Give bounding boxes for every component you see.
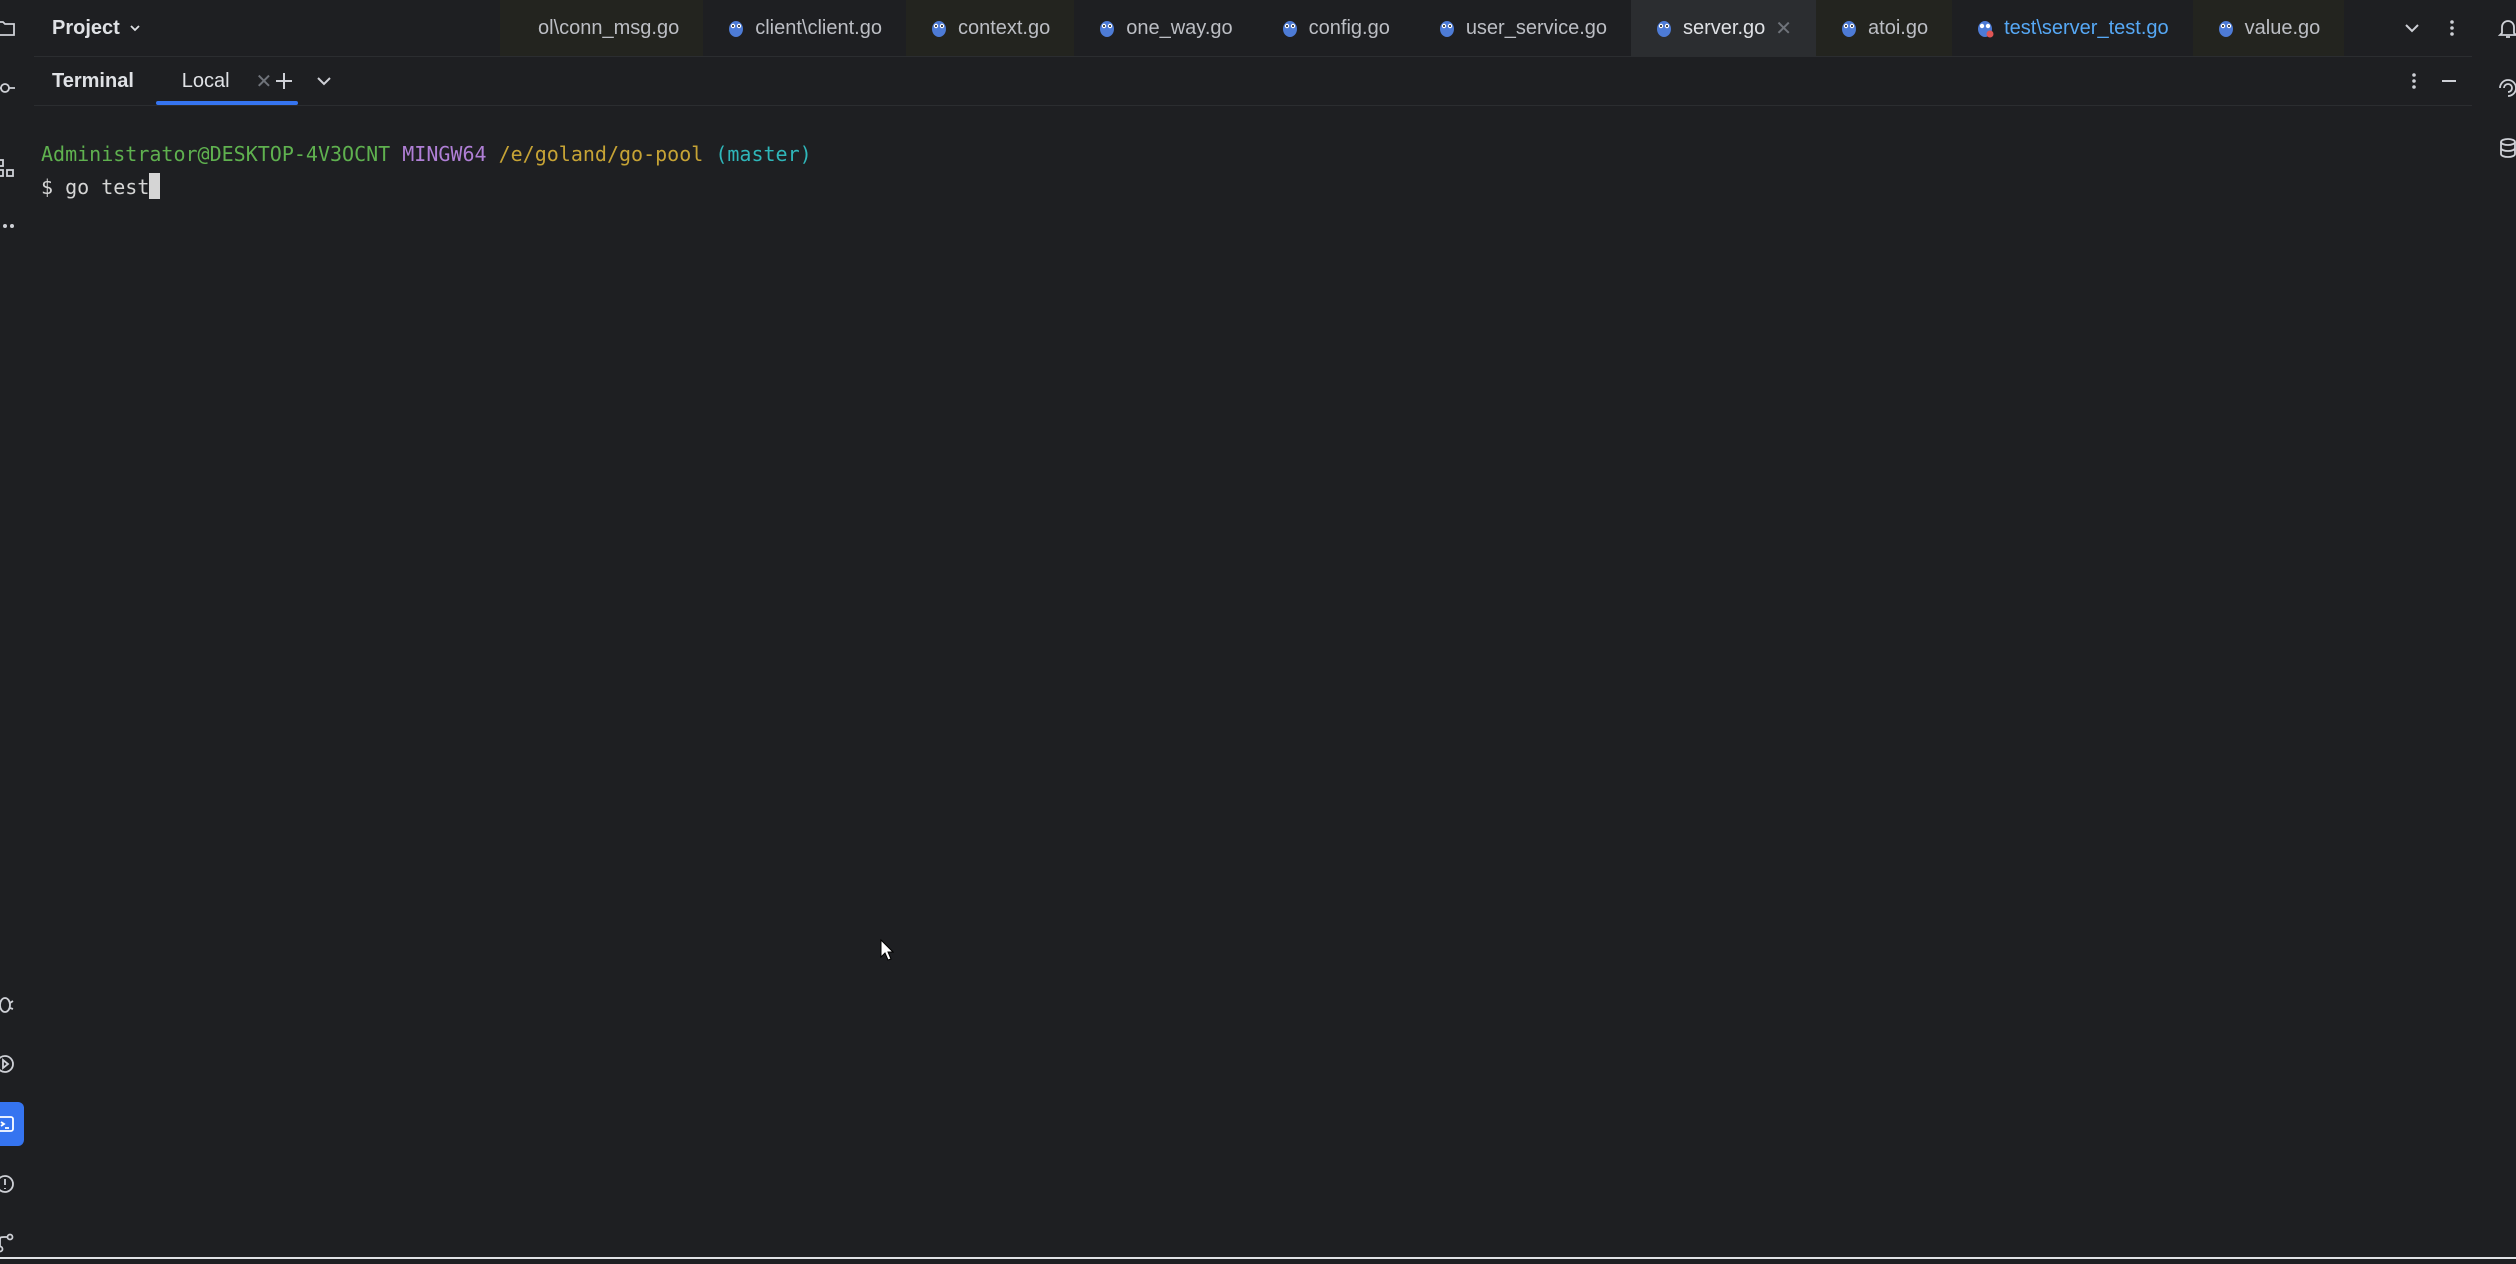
structure-icon[interactable] (0, 146, 34, 190)
project-label: Project (52, 16, 120, 39)
text-cursor (149, 173, 161, 199)
tab-label: server.go (1683, 16, 1766, 39)
chevron-down-icon[interactable] (310, 67, 338, 95)
right-tool-rail (2471, 0, 2516, 1259)
terminal-output[interactable]: Administrator@DESKTOP-4V3OCNT MINGW64 /e… (34, 106, 2472, 1257)
editor-tab[interactable]: value.go (2192, 0, 2345, 56)
prompt-branch: (master) (715, 142, 812, 166)
debug-icon[interactable] (0, 982, 34, 1026)
terminal-tab-label: Local (181, 69, 230, 92)
editor-tab-active[interactable]: server.go ✕ (1631, 0, 1817, 56)
project-selector[interactable]: Project (52, 0, 142, 56)
tab-label: ol\conn_msg.go (538, 16, 680, 39)
terminal-icon[interactable] (0, 1102, 24, 1146)
mouse-cursor-icon (880, 939, 894, 961)
editor-tabs: ol\conn_msg.go client\client.go context.… (500, 0, 2392, 56)
more-vertical-icon[interactable] (2404, 71, 2424, 91)
chevron-down-icon[interactable] (2402, 18, 2422, 38)
editor-tab[interactable]: context.go (905, 0, 1075, 56)
go-file-icon (1657, 21, 1671, 37)
tab-label: one_way.go (1126, 16, 1233, 39)
editor-tab[interactable]: one_way.go (1074, 0, 1256, 56)
close-icon[interactable]: ✕ (1775, 16, 1792, 41)
tab-label: test\server_test.go (2004, 16, 2169, 39)
command-text: $ go test (41, 175, 150, 199)
go-file-icon (1100, 21, 1115, 37)
database-icon[interactable] (2472, 126, 2516, 170)
commit-icon[interactable] (0, 66, 34, 110)
prompt-path: /e/goland/go-pool (498, 142, 704, 166)
editor-tab[interactable]: atoi.go (1816, 0, 1953, 56)
go-file-icon (1282, 21, 1297, 37)
tab-label: value.go (2244, 16, 2321, 39)
editor-tab[interactable]: client\client.go (703, 0, 906, 56)
go-file-icon (1439, 21, 1454, 37)
go-file-icon (2218, 21, 2233, 37)
tab-label: config.go (1308, 16, 1390, 39)
ai-assistant-icon[interactable] (2472, 66, 2516, 110)
services-icon[interactable] (0, 1042, 34, 1086)
go-test-file-icon (1978, 21, 1994, 38)
prompt-line: Administrator@DESKTOP-4V3OCNT MINGW64 /e… (41, 138, 812, 171)
notifications-icon[interactable] (2472, 6, 2516, 50)
terminal-title: Terminal (52, 70, 134, 92)
terminal-header: Terminal Local ✕ (34, 57, 2472, 106)
more-icon[interactable] (0, 204, 34, 248)
editor-tab[interactable]: ol\conn_msg.go (500, 0, 704, 56)
minimize-icon[interactable] (2439, 71, 2459, 91)
chevron-down-icon (130, 25, 140, 32)
tab-label: client\client.go (755, 16, 882, 39)
problems-icon[interactable] (0, 1162, 34, 1206)
editor-tab[interactable]: user_service.go (1414, 0, 1631, 56)
terminal-actions (2396, 57, 2466, 105)
more-vertical-icon[interactable] (2442, 18, 2462, 38)
tab-label: atoi.go (1868, 16, 1929, 39)
editor-tab-bar: Project ol\conn_msg.go client\client.go … (34, 0, 2472, 57)
editor-tab[interactable]: config.go (1257, 0, 1414, 56)
plus-icon[interactable] (270, 67, 298, 95)
prompt-system: MINGW64 (402, 142, 487, 166)
go-file-icon (931, 21, 946, 37)
left-tool-rail (0, 0, 35, 1259)
prompt-user-host: Administrator@DESKTOP-4V3OCNT (41, 142, 391, 166)
editor-tab[interactable]: test\server_test.go (1952, 0, 2193, 56)
tab-label: context.go (957, 16, 1051, 39)
command-line: $ go test (41, 171, 161, 204)
tab-label: user_service.go (1465, 16, 1607, 39)
tab-actions (2392, 0, 2472, 56)
go-file-icon (1842, 21, 1857, 37)
folder-icon[interactable] (0, 6, 34, 50)
go-file-icon (729, 21, 744, 37)
